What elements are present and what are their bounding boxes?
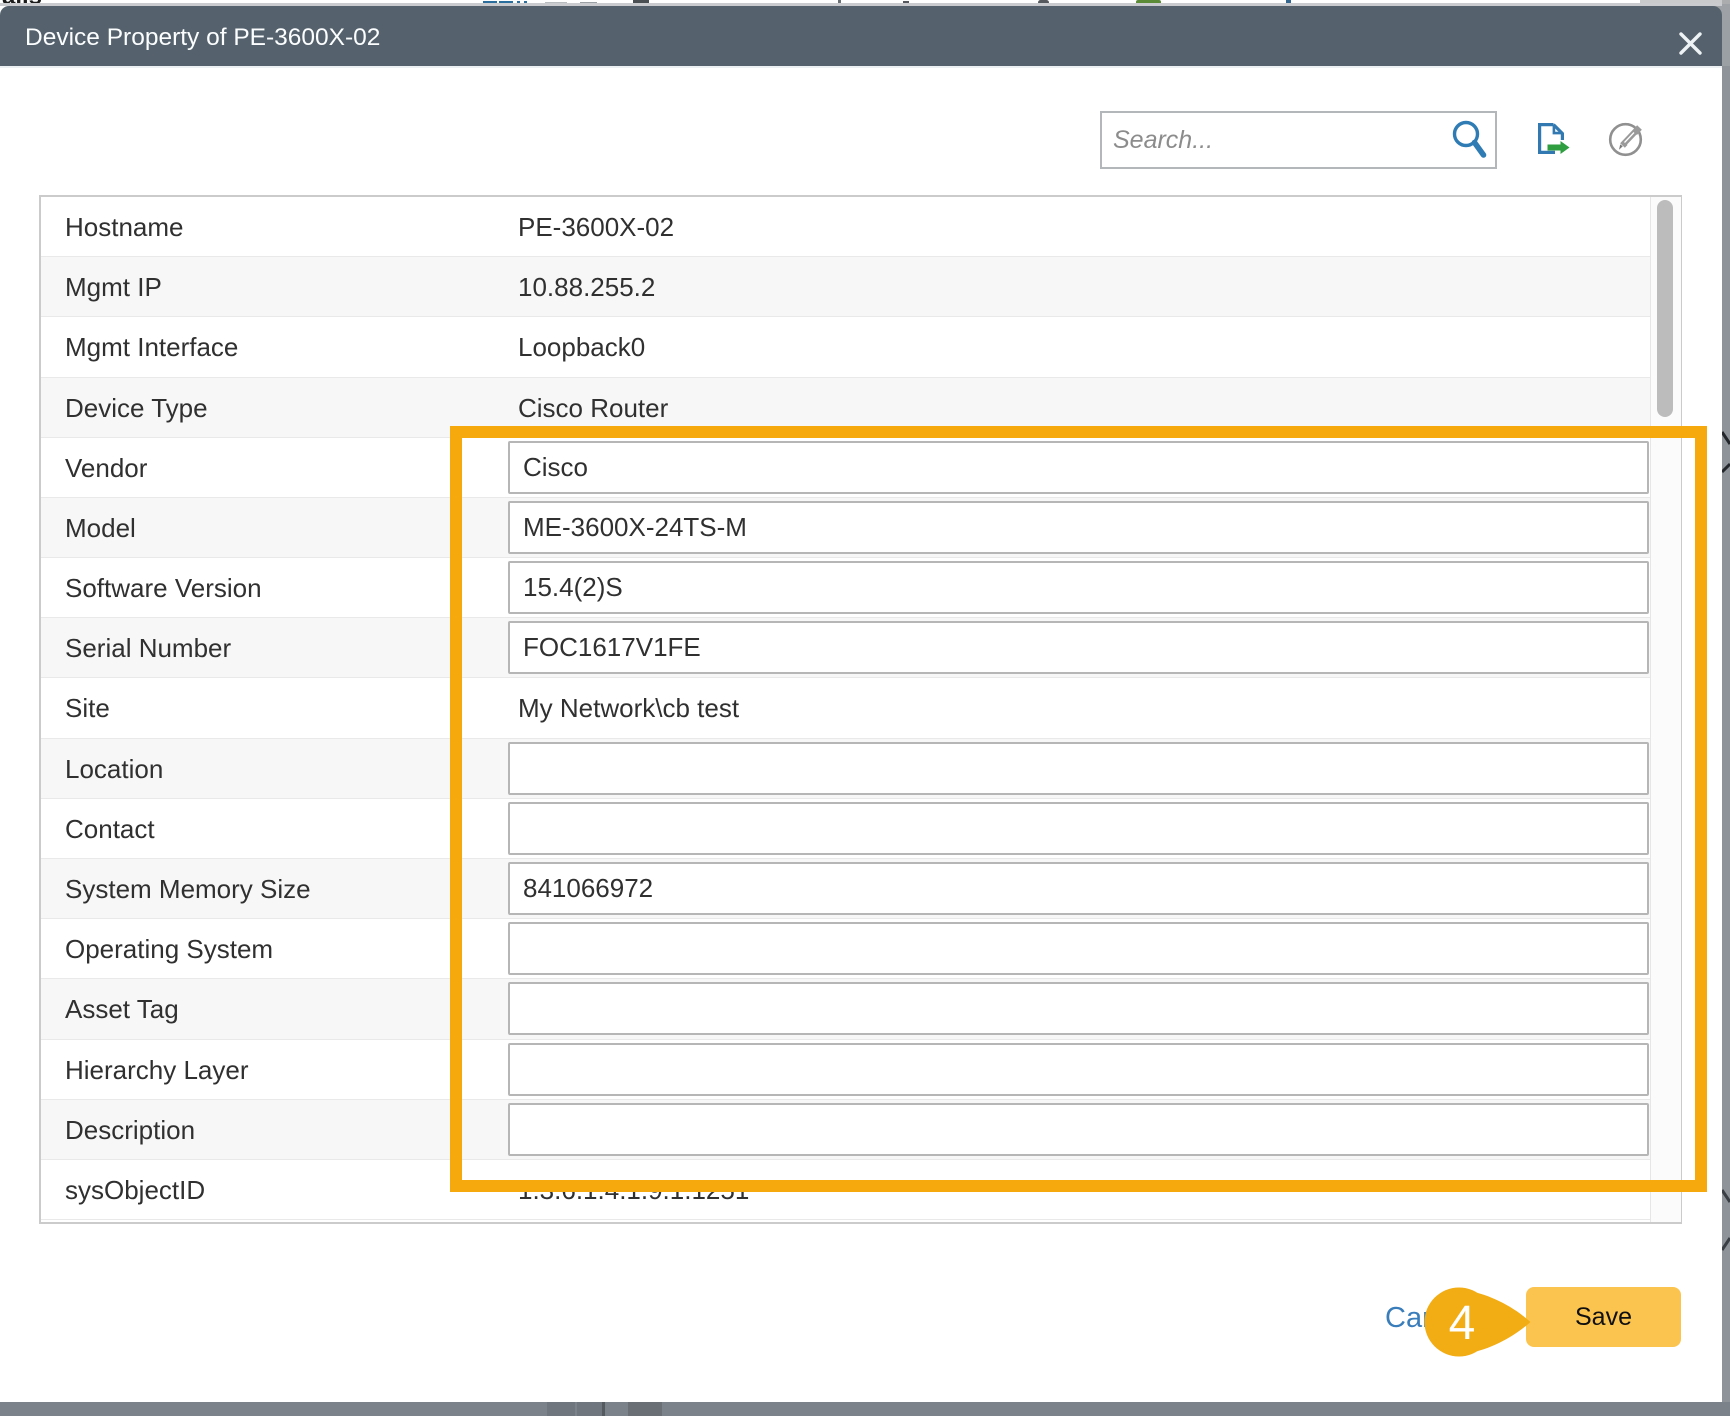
- svg-text:4: 4: [1449, 1297, 1476, 1350]
